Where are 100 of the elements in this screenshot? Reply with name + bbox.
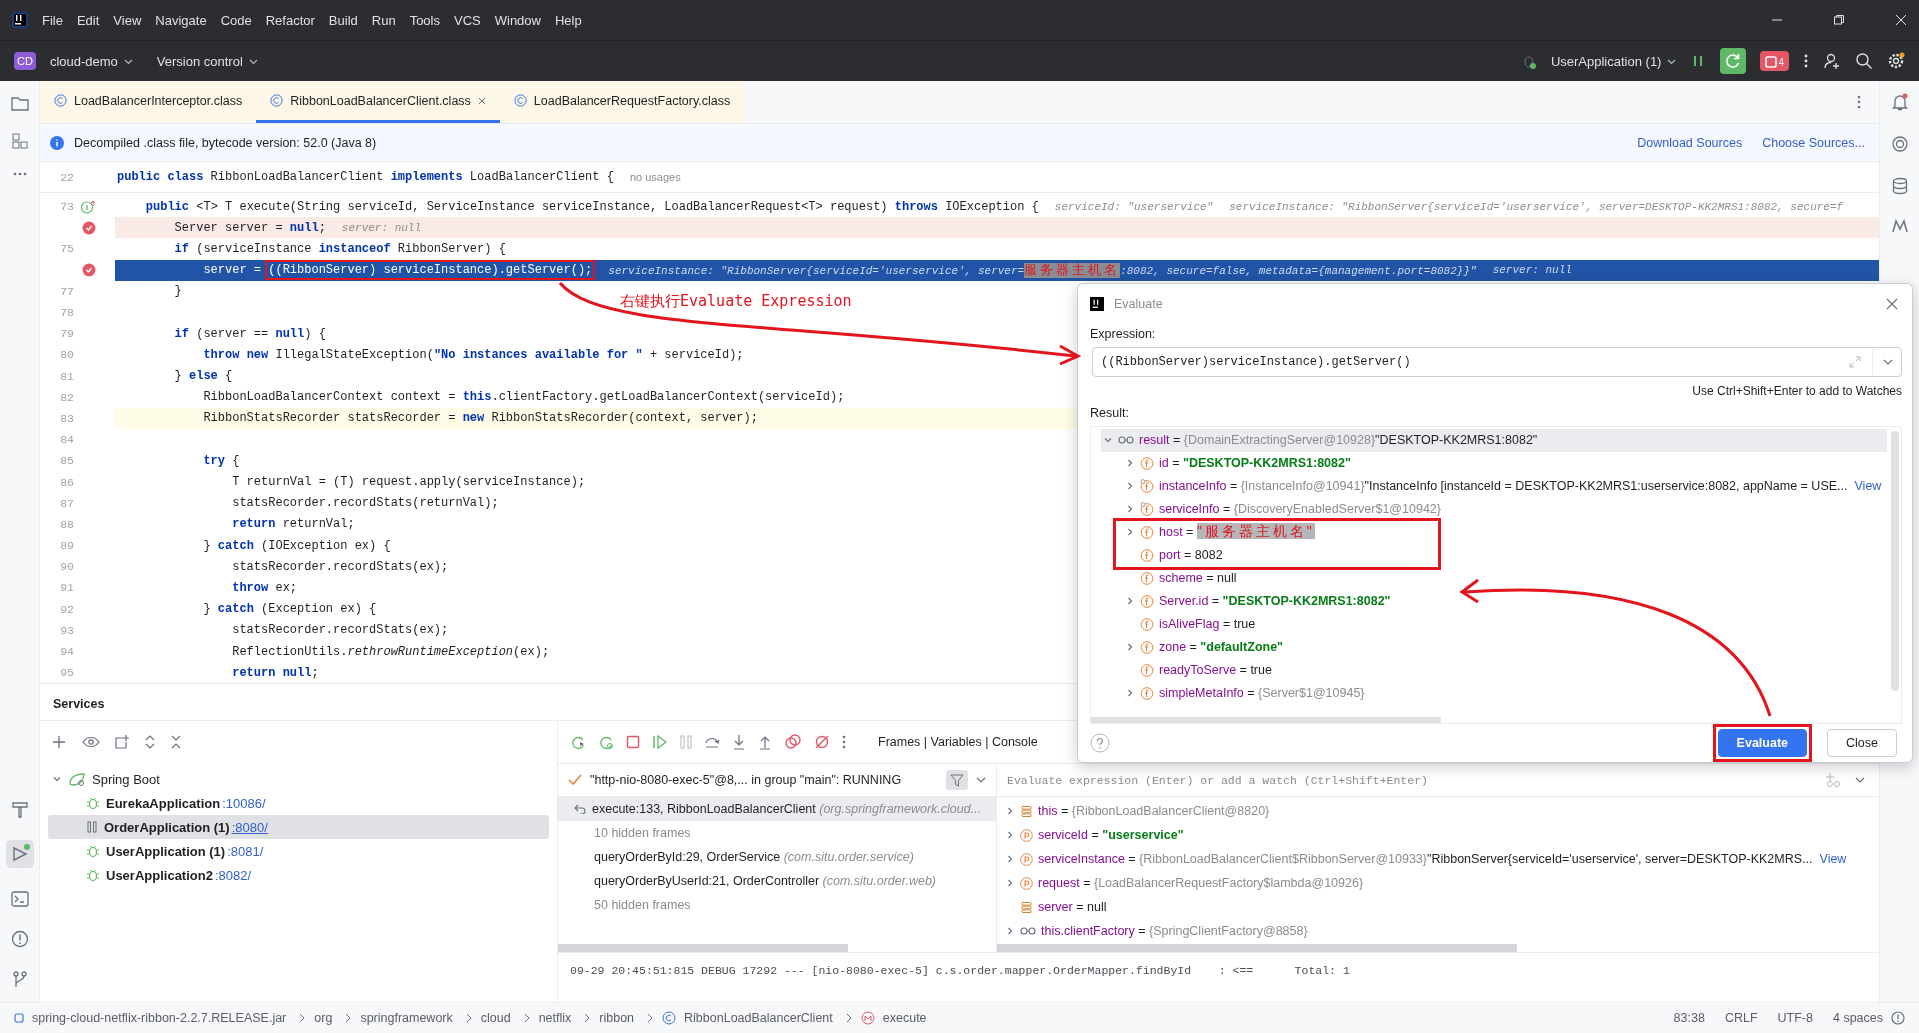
resume-icon[interactable]	[652, 735, 668, 749]
menu-item[interactable]: File	[42, 12, 63, 28]
menu-item[interactable]: Window	[494, 12, 541, 28]
frame-row[interactable]: 10 hidden frames	[558, 821, 996, 845]
variable-entry[interactable]: zone = "defaultZone"	[1159, 640, 1284, 655]
breakpoint-icon[interactable]	[82, 263, 96, 278]
status-item[interactable]: UTF-8	[1777, 1011, 1813, 1025]
watch-input-field[interactable]: Evaluate expression (Enter) or add a watch (Ctrl+Shift+Enter)	[1005, 772, 1811, 788]
variable-entry[interactable]: instanceInfo = {InstanceInfo@10941}"InstanceInfo [instanceId = DESKTOP-KK2MRS1:userservice:8082, appName = USE...	[1159, 479, 1848, 494]
view-link[interactable]: View	[1819, 852, 1847, 866]
variable-entry[interactable]: port = 8082	[1159, 548, 1223, 563]
variable-entry[interactable]: simpleMetaInfo = {Server$1@10945}	[1159, 686, 1365, 701]
more-icon[interactable]	[11, 171, 28, 177]
app-name[interactable]: OrderApplication (1)	[104, 819, 230, 835]
git-branch-icon[interactable]	[10, 970, 29, 988]
layout-tabs[interactable]: Frames | Variables | Console	[878, 735, 1038, 749]
menu-item[interactable]: Navigate	[155, 12, 207, 28]
notifications-icon[interactable]	[1890, 93, 1909, 111]
service-row[interactable]: UserApplication (1):8081/	[48, 839, 549, 863]
project-selector[interactable]: cloud-demo	[49, 53, 118, 69]
stop-button[interactable]: 4	[1760, 51, 1789, 71]
close-icon[interactable]	[1886, 297, 1898, 310]
rerun-icon[interactable]	[570, 734, 586, 750]
app-name[interactable]: UserApplication2	[106, 867, 213, 883]
variable-entry[interactable]: scheme = null	[1159, 571, 1237, 586]
swirl-icon[interactable]	[1890, 135, 1909, 153]
maven-icon[interactable]	[1890, 219, 1909, 233]
variable-entry[interactable]: this = {RibbonLoadBalancerClient@8820}	[1038, 804, 1270, 818]
menu-item[interactable]: Build	[328, 12, 358, 28]
port-link[interactable]: :10086/	[222, 795, 266, 811]
status-item[interactable]: CRLF	[1724, 1011, 1758, 1025]
banner-link[interactable]: Download Sources	[1637, 135, 1743, 150]
breadcrumb[interactable]: springframework	[360, 1011, 453, 1025]
view-link[interactable]: View	[1854, 479, 1882, 494]
variable-entry[interactable]: request = {LoadBalancerRequestFactory$lambda@10926}	[1038, 876, 1364, 890]
variable-entry[interactable]: serviceInstance = {RibbonLoadBalancerClient$RibbonServer@10933}"RibbonServer{serviceId='userservice', server=DESKTOP-KK2MRS...	[1038, 852, 1813, 866]
implementation-icon[interactable]	[81, 199, 97, 214]
menu-item[interactable]: VCS	[454, 12, 481, 28]
step-out-icon[interactable]	[758, 734, 772, 750]
menu-item[interactable]: Code	[220, 12, 252, 28]
filter-icon[interactable]	[946, 770, 968, 790]
service-row[interactable]: EurekaApplication:10086/	[48, 791, 549, 815]
status-item[interactable]: 4 spaces	[1832, 1011, 1883, 1025]
rerun-button[interactable]	[1720, 48, 1747, 74]
breakpoints-icon[interactable]	[784, 734, 802, 750]
services-icon[interactable]	[5, 840, 34, 868]
hammer-icon[interactable]	[10, 800, 29, 818]
expand-icon[interactable]	[1848, 354, 1862, 369]
expand-all-icon[interactable]	[144, 734, 156, 750]
selected-row[interactable]: result = {DomainExtractingServer@10928}"DESKTOP-KK2MRS1:8082"	[1101, 428, 1887, 452]
scrollbar[interactable]	[558, 944, 848, 952]
status-item[interactable]: 83:38	[1673, 1011, 1705, 1025]
breadcrumb[interactable]: RibbonLoadBalancerClient	[684, 1011, 833, 1025]
menu-item[interactable]: Refactor	[265, 12, 315, 28]
variable-entry[interactable]: serviceId = "userservice"	[1038, 828, 1184, 842]
more-icon[interactable]	[842, 735, 846, 749]
step-into-icon[interactable]	[732, 734, 746, 750]
tree-group[interactable]: Spring Boot	[92, 771, 160, 787]
menu-item[interactable]: Tools	[409, 12, 440, 28]
close-button[interactable]: Close	[1827, 729, 1897, 757]
editor-tab[interactable]: LoadBalancerRequestFactory.class	[499, 81, 745, 123]
evaluate-button[interactable]: Evaluate	[1717, 729, 1808, 757]
app-name[interactable]: UserApplication (1)	[106, 843, 226, 859]
breadcrumb[interactable]: netflix	[538, 1011, 572, 1025]
scrollbar[interactable]	[1891, 430, 1899, 691]
frame-row[interactable]: 50 hidden frames	[558, 893, 996, 917]
menu-item[interactable]: Help	[554, 12, 582, 28]
problems-icon[interactable]	[10, 930, 29, 948]
editor-tab[interactable]: LoadBalancerInterceptor.class	[40, 81, 257, 123]
search-icon[interactable]	[1855, 52, 1873, 70]
editor-tab[interactable]: RibbonLoadBalancerClient.class	[256, 81, 500, 123]
vcs-selector[interactable]: Version control	[156, 53, 243, 69]
menu-item[interactable]: Run	[371, 12, 396, 28]
variable-entry[interactable]: server = null	[1038, 900, 1107, 914]
frame-row[interactable]: queryOrderById:29, OrderService (com.situ.order.service)	[558, 845, 996, 869]
close-icon[interactable]	[477, 96, 486, 105]
scrollbar[interactable]	[1091, 717, 1441, 723]
variable-entry[interactable]: result = {DomainExtractingServer@10928}"DESKTOP-KK2MRS1:8082"	[1139, 433, 1538, 448]
add-user-icon[interactable]	[1823, 52, 1841, 70]
breadcrumb[interactable]: cloud	[480, 1011, 511, 1025]
breadcrumb[interactable]: spring-cloud-netflix-ribbon-2.2.7.RELEASE.jar	[32, 1011, 287, 1025]
banner-link[interactable]: Choose Sources...	[1762, 135, 1865, 150]
port-link[interactable]: :8080/	[231, 819, 268, 835]
menu-item[interactable]: Edit	[76, 12, 100, 28]
more-icon[interactable]	[1803, 53, 1809, 69]
service-row[interactable]: OrderApplication (1):8080/	[48, 815, 549, 839]
frame-row[interactable]: execute:133, RibbonLoadBalancerClient (org.springframework.cloud...	[558, 797, 996, 821]
more-icon[interactable]	[1857, 95, 1861, 109]
mute-breakpoints-icon[interactable]	[814, 734, 830, 750]
app-name[interactable]: EurekaApplication	[106, 795, 221, 811]
stop-icon[interactable]	[626, 735, 640, 749]
variable-entry[interactable]: isAliveFlag = true	[1159, 617, 1256, 632]
port-link[interactable]: :8081/	[227, 843, 264, 859]
settings-icon[interactable]	[1887, 52, 1905, 70]
eye-icon[interactable]	[82, 735, 100, 749]
collapse-all-icon[interactable]	[170, 734, 182, 750]
variable-entry[interactable]: readyToServe = true	[1159, 663, 1272, 678]
variable-entry[interactable]: this.clientFactory = {SpringClientFactory@8858}	[1041, 924, 1308, 938]
thread-selector[interactable]: "http-nio-8080-exec-5"@8,... in group "main": RUNNING	[590, 773, 938, 787]
new-tab-icon[interactable]	[114, 734, 130, 750]
